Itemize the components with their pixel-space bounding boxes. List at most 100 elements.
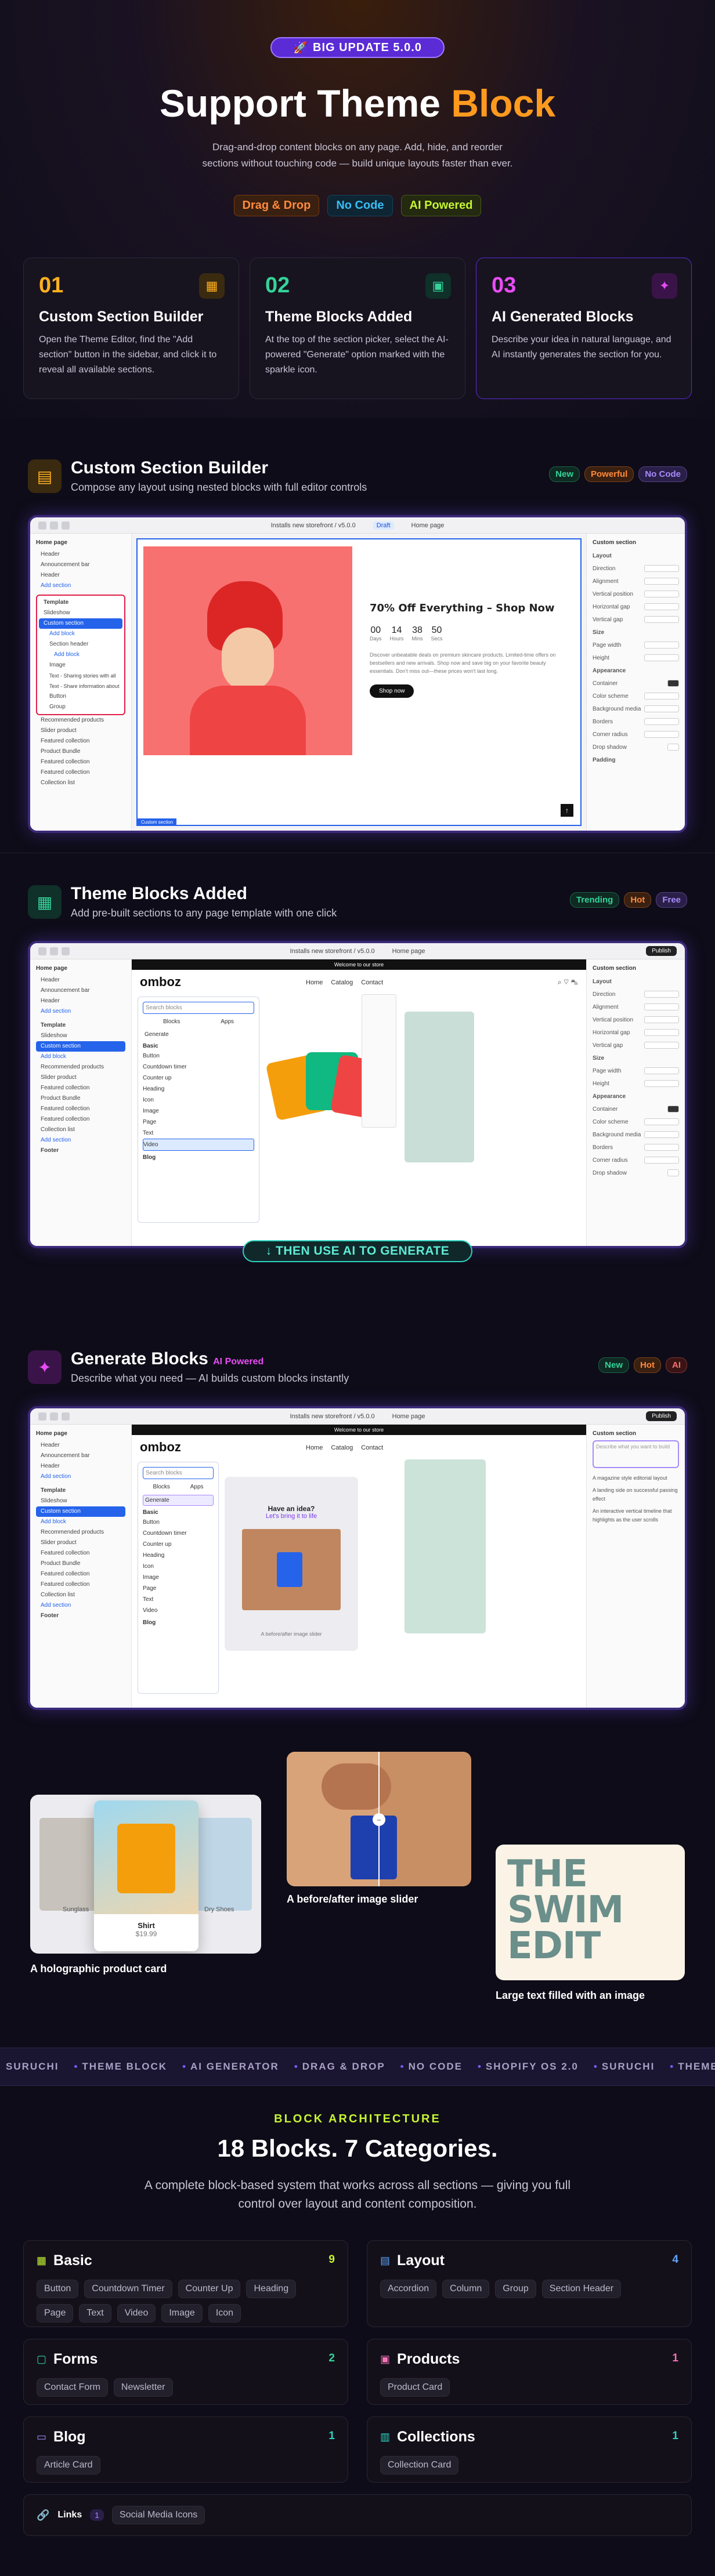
add-section-button[interactable]: Add section [36,1600,125,1611]
shadow-toggle[interactable] [667,1169,679,1176]
block-search-input[interactable]: Search blocks [143,1002,254,1014]
apps-icon[interactable] [62,521,70,530]
gap-slider[interactable] [644,603,679,610]
add-block-button[interactable]: Add block [39,629,122,639]
block-option[interactable]: Page [143,1583,214,1594]
sidebar-item[interactable]: Recommended products [36,1527,125,1538]
add-section-button[interactable]: Add section [36,1472,125,1482]
height-select[interactable] [644,654,679,661]
sidebar-item-custom-section[interactable]: Custom section [39,618,122,629]
block-option[interactable]: Text [143,1128,254,1139]
exit-icon[interactable] [38,1412,46,1421]
tab-blocks[interactable]: Blocks [163,1019,180,1025]
nav-link[interactable]: Contact [361,1444,383,1451]
color-scheme-select[interactable] [644,693,679,700]
position-select[interactable] [644,590,679,597]
shadow-toggle[interactable] [667,744,679,751]
sidebar-item[interactable]: Featured collection [36,1104,125,1114]
media-toggle[interactable] [644,705,679,712]
sidebar-item[interactable]: Slider product [36,726,125,736]
sidebar-item[interactable]: Announcement bar [36,1451,125,1461]
block-option[interactable]: Image [143,1106,254,1117]
cart-icon[interactable]: ⌕ ♡ ⛍ [558,978,578,987]
block-option[interactable]: Button [143,1517,214,1528]
ai-suggestion[interactable]: A magazine style editorial layout [593,1474,679,1483]
nav-link[interactable]: Home [306,979,323,986]
nav-link[interactable]: Catalog [331,979,353,986]
sidebar-item[interactable]: Header [36,570,125,581]
settings-icon[interactable] [50,947,58,955]
media-toggle[interactable] [644,1131,679,1138]
block-search-input[interactable]: Search blocks [143,1467,214,1479]
container-toggle[interactable] [667,1106,679,1113]
gap-slider[interactable] [644,1042,679,1049]
settings-icon[interactable] [50,1412,58,1421]
tab-apps[interactable]: Apps [221,1019,234,1025]
sidebar-item[interactable]: Announcement bar [36,986,125,996]
alignment-toggle[interactable] [644,1003,679,1010]
direction-toggle[interactable] [644,991,679,998]
block-option[interactable]: Text [143,1594,214,1605]
alignment-toggle[interactable] [644,578,679,585]
sidebar-item[interactable]: Featured collection [36,1569,125,1579]
block-option[interactable]: Icon [143,1561,214,1572]
width-toggle[interactable] [644,1067,679,1074]
sidebar-item[interactable]: Text - Share information about [39,681,122,691]
sidebar-item[interactable]: Button [39,691,122,702]
page-selector[interactable]: Home page [392,1413,425,1420]
sidebar-item[interactable]: Text - Sharing stories with all [39,671,122,681]
sidebar-item[interactable]: Product Bundle [36,1559,125,1569]
exit-icon[interactable] [38,521,46,530]
add-section-button[interactable]: Add section [36,1135,125,1146]
block-option[interactable]: Heading [143,1550,214,1561]
add-block-button[interactable]: Add block [39,650,122,660]
color-scheme-select[interactable] [644,1118,679,1125]
sidebar-item[interactable]: Featured collection [36,757,125,767]
sidebar-item[interactable]: Slideshow [36,1031,125,1041]
position-select[interactable] [644,1016,679,1023]
sidebar-item[interactable]: Featured collection [36,1114,125,1125]
publish-button[interactable]: Publish [646,1411,677,1421]
block-option[interactable]: Image [143,1572,214,1583]
tab-blocks[interactable]: Blocks [153,1484,169,1490]
sidebar-item[interactable]: Slideshow [39,608,122,618]
nav-link[interactable]: Contact [361,979,383,986]
nav-link[interactable]: Catalog [331,1444,353,1451]
sidebar-item[interactable]: Header [36,996,125,1006]
block-option[interactable]: Counter up [143,1073,254,1084]
ai-suggestion[interactable]: A landing side on successful passing eff… [593,1486,679,1503]
sidebar-item[interactable]: Featured collection [36,736,125,747]
add-block-button[interactable]: Add block [36,1052,125,1062]
borders-select[interactable] [644,718,679,725]
settings-icon[interactable] [50,521,58,530]
container-toggle[interactable] [667,680,679,687]
borders-select[interactable] [644,1144,679,1151]
publish-button[interactable]: Publish [646,946,677,956]
block-option-selected[interactable]: Video [143,1139,254,1151]
sidebar-item[interactable]: Featured collection [36,1083,125,1093]
ai-suggestion[interactable]: An interactive vertical timeline that hi… [593,1507,679,1524]
sidebar-item[interactable]: Collection list [36,1125,125,1135]
sidebar-item-custom-section[interactable]: Custom section [36,1506,125,1517]
width-toggle[interactable] [644,642,679,648]
radius-slider[interactable] [644,731,679,738]
exit-icon[interactable] [38,947,46,955]
block-option[interactable]: Button [143,1050,254,1061]
page-selector[interactable]: Home page [411,522,445,529]
sidebar-item[interactable]: Featured collection [36,767,125,778]
height-select[interactable] [644,1080,679,1087]
sidebar-item[interactable]: Recommended products [36,715,125,726]
nav-link[interactable]: Home [306,1444,323,1451]
block-option[interactable]: Counter up [143,1539,214,1550]
sidebar-item[interactable]: Announcement bar [36,560,125,570]
apps-icon[interactable] [62,947,70,955]
sidebar-item[interactable]: Image [39,660,122,671]
sidebar-item[interactable]: Featured collection [36,1579,125,1590]
direction-toggle[interactable] [644,565,679,572]
gap-slider[interactable] [644,1029,679,1036]
slider-handle[interactable]: ⇔ [373,1813,385,1826]
block-option[interactable]: Video [143,1605,214,1616]
block-option[interactable]: Heading [143,1084,254,1095]
generate-option[interactable]: Generate [143,1495,214,1506]
sidebar-item[interactable]: Slider product [36,1538,125,1548]
